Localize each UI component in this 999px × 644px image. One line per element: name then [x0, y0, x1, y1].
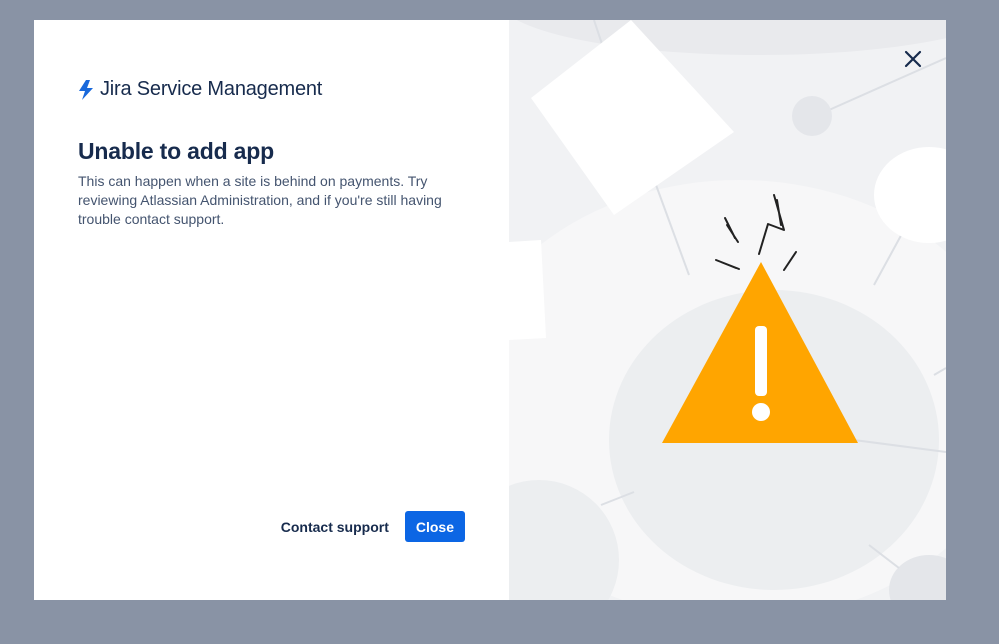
close-icon[interactable]: [902, 48, 924, 70]
bg-square: [509, 240, 546, 340]
illustration-panel: [509, 20, 946, 600]
dialog-description: This can happen when a site is behind on…: [78, 173, 442, 227]
dialog-title: Unable to add app: [78, 138, 274, 164]
dialog-content: Jira Service Management Unable to add ap…: [34, 20, 509, 600]
brand: Jira Service Management: [78, 78, 322, 101]
brand-name: Jira Service Management: [100, 78, 323, 100]
bg-blob: [516, 20, 946, 55]
jira-bolt-icon: [78, 79, 94, 100]
close-button[interactable]: Close: [404, 511, 465, 542]
warning-illustration: [509, 20, 946, 600]
dialog-actions: Contact support Close: [271, 511, 465, 542]
error-dialog: Jira Service Management Unable to add ap…: [34, 20, 946, 600]
contact-support-button[interactable]: Contact support: [271, 511, 399, 542]
